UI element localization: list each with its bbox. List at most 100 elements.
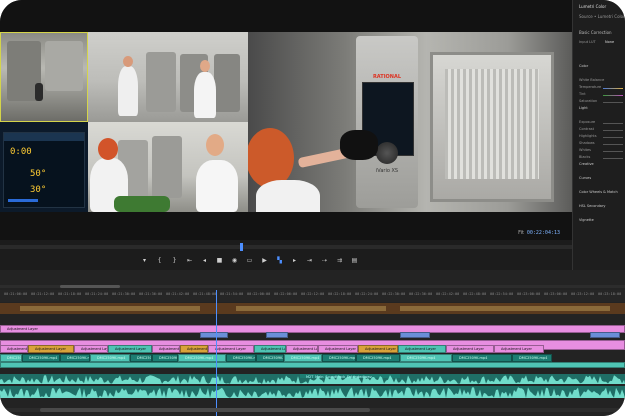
video-clip[interactable]: DMC2509K.mp4 xyxy=(226,354,256,362)
ruler-tick-label: 00:21:18:00 xyxy=(58,292,82,296)
timeline-horizontal-scrollbar[interactable] xyxy=(0,408,625,412)
go-to-out-button[interactable]: ⇥ xyxy=(305,256,314,266)
lumetri-row-whites[interactable]: Whites xyxy=(579,148,591,152)
video-clip[interactable]: DMC2509K.mp4 xyxy=(512,354,552,362)
time-ruler[interactable]: 00:21:06:00 00:21:12:00 00:21:18:00 00:21:2… xyxy=(0,290,625,302)
mark-out-button[interactable]: } xyxy=(170,256,179,266)
video-clip[interactable]: DMC2509K.mp4 xyxy=(22,354,60,362)
video-clip[interactable] xyxy=(400,332,430,338)
lumetri-slider[interactable] xyxy=(603,102,623,103)
export-frame-button[interactable]: ◉ xyxy=(230,256,239,266)
adjustment-layer-clip[interactable]: Adjustment Layer xyxy=(180,345,208,353)
lumetri-row-highlights[interactable]: Highlights xyxy=(579,134,597,138)
input-lut-value[interactable]: None xyxy=(605,40,614,44)
audio-track-a1[interactable]: M2T_Main_Soundtrack_Extended.wav xyxy=(0,374,625,384)
video-clip[interactable]: DMC2509K.mp4 xyxy=(400,354,452,362)
lumetri-row-vignette[interactable]: Vignette xyxy=(579,218,594,222)
video-clip[interactable]: DMC2509K.mp4 xyxy=(152,354,178,362)
play-button[interactable]: ▶ xyxy=(260,256,269,266)
video-clip[interactable]: DMC2509K.mp4 xyxy=(0,354,22,362)
lumetri-slider[interactable] xyxy=(603,130,623,131)
adjustment-layer-clip[interactable]: Adjustment Layer xyxy=(0,345,28,353)
video-clip[interactable]: DMC2509K.mp4 xyxy=(356,354,400,362)
adjustment-layer-clip[interactable]: Adjustment Layer xyxy=(28,345,74,353)
toggle-proxy-button[interactable]: ▚ xyxy=(275,256,284,266)
program-timecode[interactable]: 00:22:04:13 xyxy=(527,230,560,236)
video-clip[interactable] xyxy=(590,332,620,338)
go-to-in-button[interactable]: ⇤ xyxy=(185,256,194,266)
step-forward-button[interactable]: ▸ xyxy=(290,256,299,266)
ruler-tick-label: 00:21:36:00 xyxy=(139,292,163,296)
lumetri-slider[interactable] xyxy=(603,123,623,124)
ruler-tick-label: 00:22:24:00 xyxy=(355,292,379,296)
lumetri-row-blacks[interactable]: Blacks xyxy=(579,155,590,159)
lumetri-row-color[interactable]: Color xyxy=(579,64,588,68)
adjustment-layer-clip[interactable]: Adjustment Layer xyxy=(254,345,286,353)
video-clip[interactable]: DMC2509K.mp4 xyxy=(178,354,226,362)
monitor-scrub-bar[interactable] xyxy=(0,243,572,251)
lumetri-row-color-wheels-match[interactable]: Color Wheels & Match xyxy=(579,190,618,194)
audio-track-a2[interactable] xyxy=(0,386,625,398)
adjustment-layer-clip[interactable]: Adjustment Layer xyxy=(358,345,398,353)
compare-view-button[interactable]: ▭ xyxy=(245,256,254,266)
mark-in-button[interactable]: { xyxy=(155,256,164,266)
lumetri-row-contrast[interactable]: Contrast xyxy=(579,127,594,131)
settings-button[interactable]: ▤ xyxy=(350,256,359,266)
lumetri-row-white-balance[interactable]: White Balance xyxy=(579,78,604,82)
lumetri-row-hsl-secondary[interactable]: HSL Secondary xyxy=(579,204,605,208)
split-tile-main-closeup: RATIONAL iVario XS xyxy=(248,32,572,212)
lumetri-row-exposure[interactable]: Exposure xyxy=(579,120,595,124)
adjustment-layer-clip[interactable]: Adjustment Layer xyxy=(318,345,358,353)
lumetri-row-temperature[interactable]: Temperature xyxy=(579,85,601,89)
zoom-fit-select[interactable]: Fit xyxy=(518,230,524,236)
video-clip[interactable] xyxy=(266,332,288,338)
adjustment-layer-clip[interactable]: Adjustment Layer xyxy=(74,345,108,353)
lumetri-slider[interactable] xyxy=(603,88,623,89)
video-clip[interactable] xyxy=(0,362,625,368)
track-v1: DMC2509K.mp4DMC2509K.mp4DMC2509K.mp4DMC2… xyxy=(0,354,625,362)
lumetri-slider[interactable] xyxy=(603,95,623,96)
adjustment-layer-clip[interactable]: Adjustment Layer xyxy=(398,345,446,353)
lumetri-row-tint[interactable]: Tint xyxy=(579,92,586,96)
lumetri-slider[interactable] xyxy=(603,137,623,138)
video-clip[interactable]: DMC2509K.mp4 xyxy=(60,354,90,362)
adjustment-layer-clip[interactable]: Adjustment Layer xyxy=(286,345,318,353)
lumetri-panel-title[interactable]: Lumetri Color xyxy=(579,4,606,9)
add-marker-button[interactable]: ▾ xyxy=(140,256,149,266)
lumetri-row-saturation[interactable]: Saturation xyxy=(579,99,597,103)
adjustment-layer-clip[interactable]: Adjustment Layer xyxy=(494,345,544,353)
ruler-tick-label: 00:21:48:00 xyxy=(193,292,217,296)
timeline-zoom-scroll[interactable] xyxy=(0,285,625,288)
overwrite-button[interactable]: ⇉ xyxy=(335,256,344,266)
lumetri-source-select[interactable]: Source • Lumetri Color xyxy=(579,14,625,19)
adjustment-layer-clip[interactable]: Adjustment Layer xyxy=(152,345,180,353)
step-back-button[interactable]: ◂ xyxy=(200,256,209,266)
transport-controls: ▾ { } ⇤ ◂ ■ ◉ ▭ ▶ ▚ ▸ ⇥ ⇢ ⇉ ▤ xyxy=(140,256,359,266)
lumetri-row-curves[interactable]: Curves xyxy=(579,176,591,180)
adjustment-layer-clip[interactable]: Adjustment Layer xyxy=(446,345,494,353)
lumetri-slider[interactable] xyxy=(603,158,623,159)
insert-button[interactable]: ⇢ xyxy=(320,256,329,266)
video-clip[interactable]: DMC2509K.mp4 xyxy=(130,354,152,362)
video-clip[interactable]: DMC2509K.mp4 xyxy=(322,354,356,362)
lumetri-row-creative[interactable]: Creative xyxy=(579,162,594,166)
video-clip[interactable]: DMC2509K.mp4 xyxy=(284,354,322,362)
lumetri-row-shadows[interactable]: Shadows xyxy=(579,141,595,145)
adjustment-layer-clip[interactable]: Adjustment Layer xyxy=(108,345,152,353)
video-clip[interactable]: DMC2509K.mp4 xyxy=(256,354,284,362)
ruler-tick-label: 00:21:24:00 xyxy=(85,292,109,296)
lumetri-slider[interactable] xyxy=(603,144,623,145)
lumetri-row-light[interactable]: Light xyxy=(579,106,588,110)
timeline-playhead[interactable] xyxy=(216,290,217,416)
monitor-playhead[interactable] xyxy=(240,243,243,251)
stop-icon[interactable]: ■ xyxy=(215,256,224,266)
basic-correction-section[interactable]: Basic Correction xyxy=(579,30,612,35)
adjustment-layer-clip[interactable]: Adjustment Layer xyxy=(208,345,254,353)
ruler-tick-label: 00:22:18:00 xyxy=(328,292,352,296)
video-clip[interactable]: DMC2509K.mp4 xyxy=(90,354,130,362)
work-area-bar[interactable] xyxy=(0,303,625,314)
video-clip[interactable]: DMC2509K.mp4 xyxy=(452,354,512,362)
program-video-frame[interactable]: 0:00 50° 30° RATIONAL iVario XS xyxy=(0,32,572,212)
lumetri-slider[interactable] xyxy=(603,151,623,152)
video-clip[interactable] xyxy=(200,332,228,338)
